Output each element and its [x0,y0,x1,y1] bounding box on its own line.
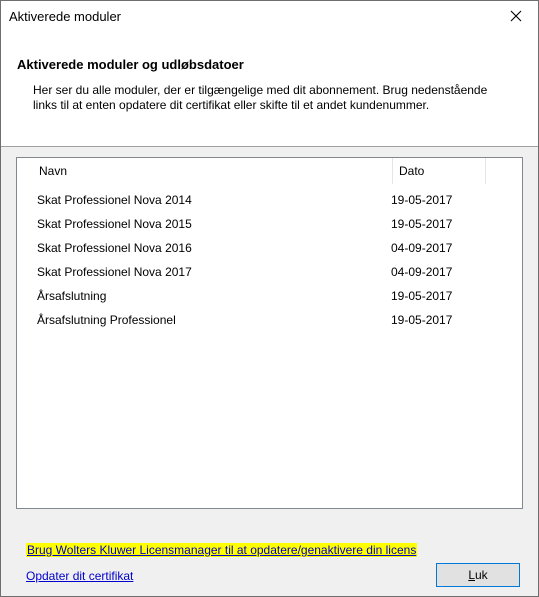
modules-list[interactable]: Navn Dato Skat Professionel Nova 2014 19-… [16,157,523,509]
list-item[interactable]: Årsafslutning 19-05-2017 [17,284,522,308]
module-date: 19-05-2017 [391,193,453,207]
module-name: Skat Professionel Nova 2015 [37,217,192,231]
module-date: 19-05-2017 [391,217,453,231]
close-button-label: uk [475,568,488,582]
close-icon [510,10,521,22]
module-name: Årsafslutning [37,289,107,303]
update-certificate-link[interactable]: Opdater dit certifikat [26,569,133,583]
page-title: Aktiverede moduler og udløbsdatoer [17,57,244,72]
list-item[interactable]: Skat Professionel Nova 2017 04-09-2017 [17,260,522,284]
list-item[interactable]: Skat Professionel Nova 2015 19-05-2017 [17,212,522,236]
module-date: 19-05-2017 [391,289,453,303]
list-item[interactable]: Årsafslutning Professionel 19-05-2017 [17,308,522,332]
close-dialog-button[interactable]: Luk [436,563,520,587]
close-button[interactable] [493,1,538,31]
module-name: Skat Professionel Nova 2017 [37,265,192,279]
module-date: 19-05-2017 [391,313,453,327]
module-name: Årsafslutning Professionel [37,313,176,327]
module-date: 04-09-2017 [391,241,453,255]
module-name: Skat Professionel Nova 2016 [37,241,192,255]
window-title: Aktiverede moduler [9,9,121,24]
dialog-header: Aktiverede moduler og udløbsdatoer Her s… [1,31,538,146]
licensmanager-link[interactable]: Brug Wolters Kluwer Licensmanager til at… [26,543,418,557]
column-header-navn[interactable]: Navn [33,158,393,184]
close-button-mnemonic: L [468,568,475,582]
title-bar: Aktiverede moduler [1,1,538,31]
module-name: Skat Professionel Nova 2014 [37,193,192,207]
column-header-dato[interactable]: Dato [393,158,486,184]
list-item[interactable]: Skat Professionel Nova 2014 19-05-2017 [17,188,522,212]
list-item[interactable]: Skat Professionel Nova 2016 04-09-2017 [17,236,522,260]
list-header: Navn Dato [17,158,522,184]
module-date: 04-09-2017 [391,265,453,279]
list-body: Skat Professionel Nova 2014 19-05-2017 Ska… [17,188,522,332]
header-description: Her ser du alle moduler, der er tilgænge… [33,83,488,112]
